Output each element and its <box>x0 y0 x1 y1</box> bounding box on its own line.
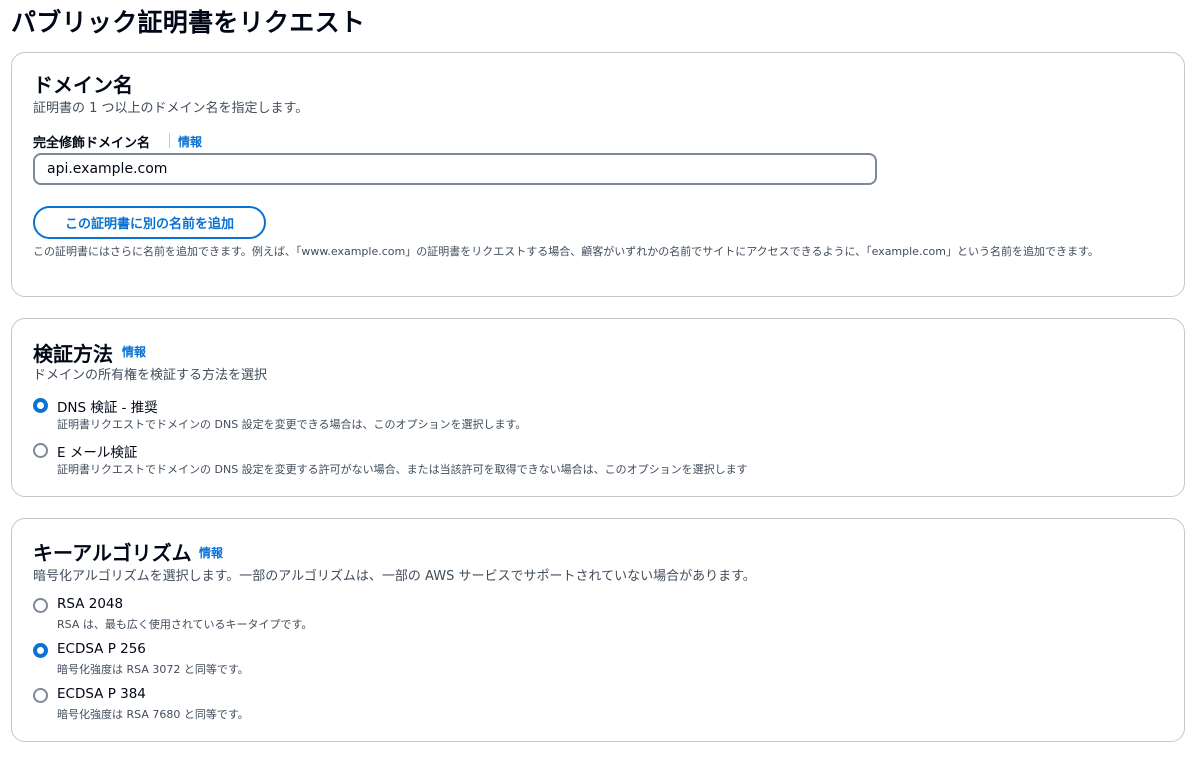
key-algorithm-panel: キーアルゴリズム 情報 暗号化アルゴリズムを選択します。一部のアルゴリズムは、一… <box>11 518 1185 742</box>
validation-method-panel: 検証方法 情報 ドメインの所有権を検証する方法を選択 DNS 検証 - 推奨 証… <box>11 318 1185 497</box>
email-validation-radio[interactable] <box>33 443 48 458</box>
page-title: パブリック証明書をリクエスト <box>11 8 366 37</box>
domain-name-panel: ドメイン名 証明書の 1 つ以上のドメイン名を指定します。 完全修飾ドメイン名 … <box>11 52 1185 297</box>
rsa-2048-radio[interactable] <box>33 598 48 613</box>
ecdsa-p384-radio[interactable] <box>33 688 48 703</box>
ecdsa-p384-label[interactable]: ECDSA P 384 <box>57 686 146 702</box>
email-validation-label[interactable]: E メール検証 <box>57 441 137 461</box>
rsa-2048-label[interactable]: RSA 2048 <box>57 596 123 612</box>
ecdsa-p256-label[interactable]: ECDSA P 256 <box>57 641 146 657</box>
ecdsa-p256-radio[interactable] <box>33 643 48 658</box>
add-another-name-button[interactable]: この証明書に別の名前を追加 <box>33 206 266 239</box>
validation-section-description: ドメインの所有権を検証する方法を選択 <box>33 368 268 383</box>
email-validation-description: 証明書リクエストでドメインの DNS 設定を変更する許可がない場合、または当該許… <box>57 463 748 476</box>
domain-section-heading: ドメイン名 <box>33 73 133 97</box>
algorithm-section-description: 暗号化アルゴリズムを選択します。一部のアルゴリズムは、一部の AWS サービスで… <box>33 569 756 584</box>
label-divider <box>169 133 170 148</box>
dns-validation-radio[interactable] <box>33 398 48 413</box>
page: パブリック証明書をリクエスト ドメイン名 証明書の 1 つ以上のドメイン名を指定… <box>0 0 1200 758</box>
algorithm-section-heading: キーアルゴリズム <box>33 541 192 565</box>
fqdn-info-link[interactable]: 情報 <box>178 133 202 150</box>
ecdsa-p256-description: 暗号化強度は RSA 3072 と同等です。 <box>57 663 249 676</box>
ecdsa-p384-description: 暗号化強度は RSA 7680 と同等です。 <box>57 708 249 721</box>
fqdn-input[interactable] <box>33 153 877 185</box>
fqdn-label: 完全修飾ドメイン名 <box>33 136 151 151</box>
validation-section-heading: 検証方法 <box>33 342 113 366</box>
dns-validation-description: 証明書リクエストでドメインの DNS 設定を変更できる場合は、このオプションを選… <box>57 418 527 431</box>
algorithm-info-link[interactable]: 情報 <box>199 544 223 561</box>
domain-section-description: 証明書の 1 つ以上のドメイン名を指定します。 <box>33 101 309 116</box>
dns-validation-label[interactable]: DNS 検証 - 推奨 <box>57 396 158 416</box>
rsa-2048-description: RSA は、最も広く使用されているキータイプです。 <box>57 618 313 631</box>
add-name-hint: この証明書にはさらに名前を追加できます。例えば、「www.example.com… <box>33 245 1099 258</box>
validation-info-link[interactable]: 情報 <box>122 343 146 360</box>
